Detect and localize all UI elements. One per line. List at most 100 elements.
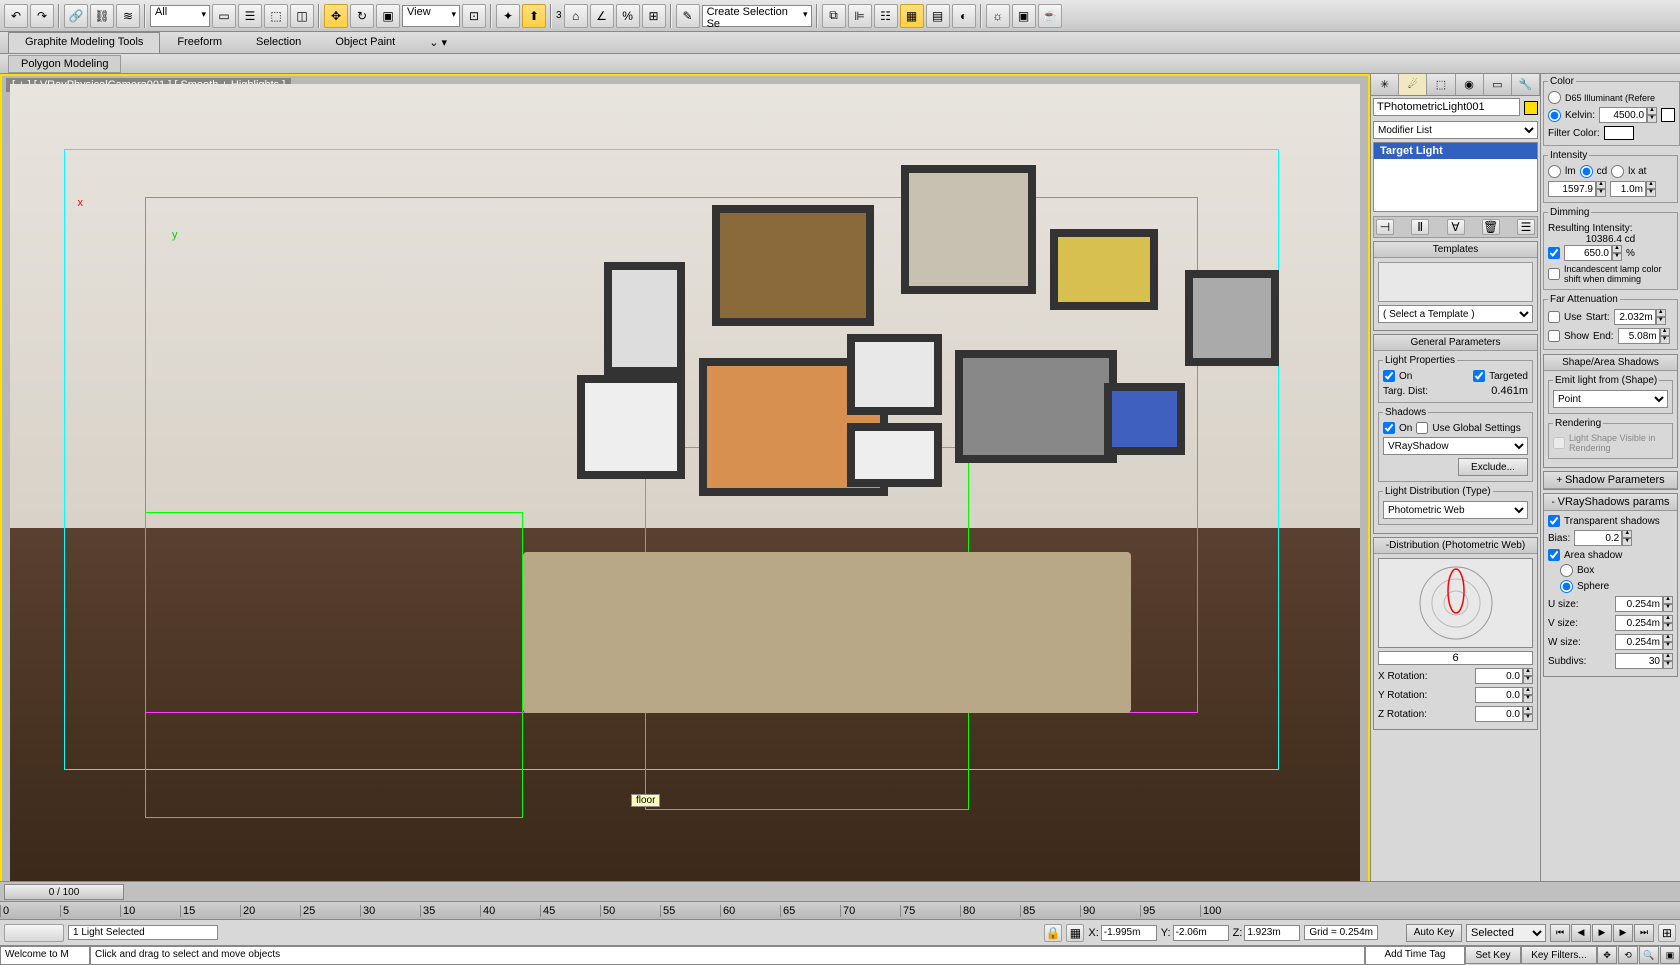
spin-up-icon[interactable]: ▲ bbox=[1612, 245, 1622, 253]
motion-tab-icon[interactable]: ◉ bbox=[1456, 74, 1484, 95]
xrot-input[interactable] bbox=[1475, 668, 1523, 684]
keyboard-shortcut-button[interactable]: ⬆ bbox=[522, 4, 546, 28]
atten-end-input[interactable] bbox=[1618, 328, 1660, 344]
create-tab-icon[interactable]: ✳ bbox=[1371, 74, 1399, 95]
remove-modifier-icon[interactable]: 🗑 bbox=[1482, 219, 1500, 235]
unlink-button[interactable]: ⛓ bbox=[90, 4, 114, 28]
intensity-input[interactable] bbox=[1548, 181, 1596, 197]
snap-toggle-button[interactable]: ⌂ bbox=[564, 4, 588, 28]
select-region-button[interactable]: ⬚ bbox=[264, 4, 288, 28]
modify-tab-icon[interactable]: ☄ bbox=[1399, 74, 1427, 95]
exclude-button[interactable]: Exclude... bbox=[1458, 458, 1528, 476]
spin-up-icon[interactable]: ▲ bbox=[1523, 668, 1533, 676]
coord-z-input[interactable] bbox=[1244, 925, 1300, 941]
lock-selection-icon[interactable]: 🔒 bbox=[1044, 924, 1062, 942]
keyfilters-button[interactable]: Key Filters... bbox=[1521, 946, 1597, 964]
align-button[interactable]: ⊫ bbox=[848, 4, 872, 28]
curve-editor-button[interactable]: ▦ bbox=[900, 4, 924, 28]
bind-button[interactable]: ≋ bbox=[116, 4, 140, 28]
dimming-pct-input[interactable] bbox=[1564, 245, 1612, 261]
transform-type-in-icon[interactable]: ▦ bbox=[1066, 924, 1084, 942]
stack-item-target-light[interactable]: Target Light bbox=[1374, 143, 1537, 159]
spin-up-icon[interactable]: ▲ bbox=[1663, 634, 1673, 642]
cd-radio[interactable] bbox=[1580, 165, 1593, 178]
spin-down-icon[interactable]: ▼ bbox=[1647, 115, 1657, 123]
tab-selection[interactable]: Selection bbox=[239, 32, 318, 53]
ref-coord-dropdown[interactable]: View bbox=[402, 5, 460, 27]
spin-up-icon[interactable]: ▲ bbox=[1523, 687, 1533, 695]
shadow-type-select[interactable]: VRayShadow bbox=[1383, 437, 1528, 455]
zrot-input[interactable] bbox=[1475, 706, 1523, 722]
hierarchy-tab-icon[interactable]: ⬚ bbox=[1427, 74, 1455, 95]
shape-header[interactable]: Shape/Area Shadows bbox=[1544, 355, 1677, 371]
shadows-on-checkbox[interactable] bbox=[1383, 422, 1395, 434]
shadow-params-header[interactable]: + Shadow Parameters bbox=[1544, 472, 1677, 489]
play-icon[interactable]: ▶ bbox=[1592, 924, 1612, 942]
use-global-checkbox[interactable] bbox=[1416, 422, 1428, 434]
key-mode-icon[interactable]: ⊞ bbox=[1658, 924, 1676, 942]
viewport[interactable]: [ + ] [ VRayPhysicalCamera001 ] [ Smooth… bbox=[0, 74, 1370, 901]
area-shadow-checkbox[interactable] bbox=[1548, 549, 1560, 561]
render-setup-button[interactable]: ☼ bbox=[986, 4, 1010, 28]
undo-button[interactable]: ↶ bbox=[4, 4, 28, 28]
incand-checkbox[interactable] bbox=[1548, 268, 1560, 280]
spin-down-icon[interactable]: ▼ bbox=[1612, 253, 1622, 261]
modifier-list-dropdown[interactable]: Modifier List bbox=[1373, 121, 1538, 139]
spin-up-icon[interactable]: ▲ bbox=[1656, 309, 1666, 317]
kelvin-swatch[interactable] bbox=[1661, 108, 1675, 122]
templates-header[interactable]: Templates bbox=[1374, 242, 1537, 258]
atten-start-input[interactable] bbox=[1614, 309, 1656, 325]
object-color-swatch[interactable] bbox=[1524, 101, 1538, 115]
targeted-checkbox[interactable] bbox=[1473, 370, 1485, 382]
bias-input[interactable] bbox=[1574, 530, 1622, 546]
mirror-button[interactable]: ⧉ bbox=[822, 4, 846, 28]
window-crossing-button[interactable]: ◫ bbox=[290, 4, 314, 28]
configure-sets-icon[interactable]: ☰ bbox=[1517, 219, 1535, 235]
display-tab-icon[interactable]: ▭ bbox=[1484, 74, 1512, 95]
object-name-input[interactable] bbox=[1373, 98, 1520, 116]
link-button[interactable]: 🔗 bbox=[64, 4, 88, 28]
select-move-button[interactable]: ✥ bbox=[324, 4, 348, 28]
web-file-name[interactable]: 6 bbox=[1378, 651, 1533, 665]
redo-button[interactable]: ↷ bbox=[30, 4, 54, 28]
tab-graphite[interactable]: Graphite Modeling Tools bbox=[8, 32, 160, 53]
spin-up-icon[interactable]: ▲ bbox=[1596, 181, 1606, 189]
trans-shadows-checkbox[interactable] bbox=[1548, 515, 1560, 527]
spin-down-icon[interactable]: ▼ bbox=[1660, 336, 1670, 344]
kelvin-radio[interactable] bbox=[1548, 109, 1561, 122]
usize-input[interactable] bbox=[1615, 596, 1663, 612]
nav-max-icon[interactable]: ▣ bbox=[1660, 946, 1680, 964]
dimming-checkbox[interactable] bbox=[1548, 247, 1560, 259]
tab-object-paint[interactable]: Object Paint bbox=[318, 32, 412, 53]
light-dist-select[interactable]: Photometric Web bbox=[1383, 501, 1528, 519]
next-frame-icon[interactable]: ▶ bbox=[1613, 924, 1633, 942]
spin-down-icon[interactable]: ▼ bbox=[1523, 714, 1533, 722]
spin-up-icon[interactable]: ▲ bbox=[1663, 596, 1673, 604]
select-scale-button[interactable]: ▣ bbox=[376, 4, 400, 28]
ribbon-expand-icon[interactable]: ⌄ ▾ bbox=[412, 32, 464, 53]
spin-up-icon[interactable]: ▲ bbox=[1663, 615, 1673, 623]
vrayshadows-header[interactable]: - VRayShadows params bbox=[1544, 494, 1677, 511]
filter-color-swatch[interactable] bbox=[1604, 126, 1634, 140]
material-editor-button[interactable]: ◐ bbox=[952, 4, 976, 28]
named-selection-dropdown[interactable]: Create Selection Se bbox=[702, 5, 812, 27]
spin-down-icon[interactable]: ▼ bbox=[1523, 695, 1533, 703]
spin-up-icon[interactable]: ▲ bbox=[1663, 653, 1673, 661]
modifier-stack[interactable]: Target Light bbox=[1373, 142, 1538, 212]
time-ruler[interactable]: 0510152025303540455055606570758085909510… bbox=[0, 901, 1680, 919]
nav-zoom-icon[interactable]: 🔍 bbox=[1639, 946, 1659, 964]
select-by-name-button[interactable]: ☰ bbox=[238, 4, 262, 28]
make-unique-icon[interactable]: ∀ bbox=[1447, 219, 1465, 235]
render-button[interactable]: ☕ bbox=[1038, 4, 1062, 28]
intensity-dist-input[interactable] bbox=[1610, 181, 1646, 197]
spin-down-icon[interactable]: ▼ bbox=[1596, 189, 1606, 197]
lm-radio[interactable] bbox=[1548, 165, 1561, 178]
goto-end-icon[interactable]: ⏭ bbox=[1634, 924, 1654, 942]
spin-down-icon[interactable]: ▼ bbox=[1663, 642, 1673, 650]
prev-frame-icon[interactable]: ◀ bbox=[1571, 924, 1591, 942]
template-select[interactable]: ( Select a Template ) bbox=[1378, 305, 1533, 323]
wsize-input[interactable] bbox=[1615, 634, 1663, 650]
distribution-header[interactable]: -Distribution (Photometric Web) bbox=[1374, 538, 1537, 554]
autokey-button[interactable]: Auto Key bbox=[1406, 924, 1462, 942]
nav-orbit-icon[interactable]: ⟲ bbox=[1618, 946, 1638, 964]
